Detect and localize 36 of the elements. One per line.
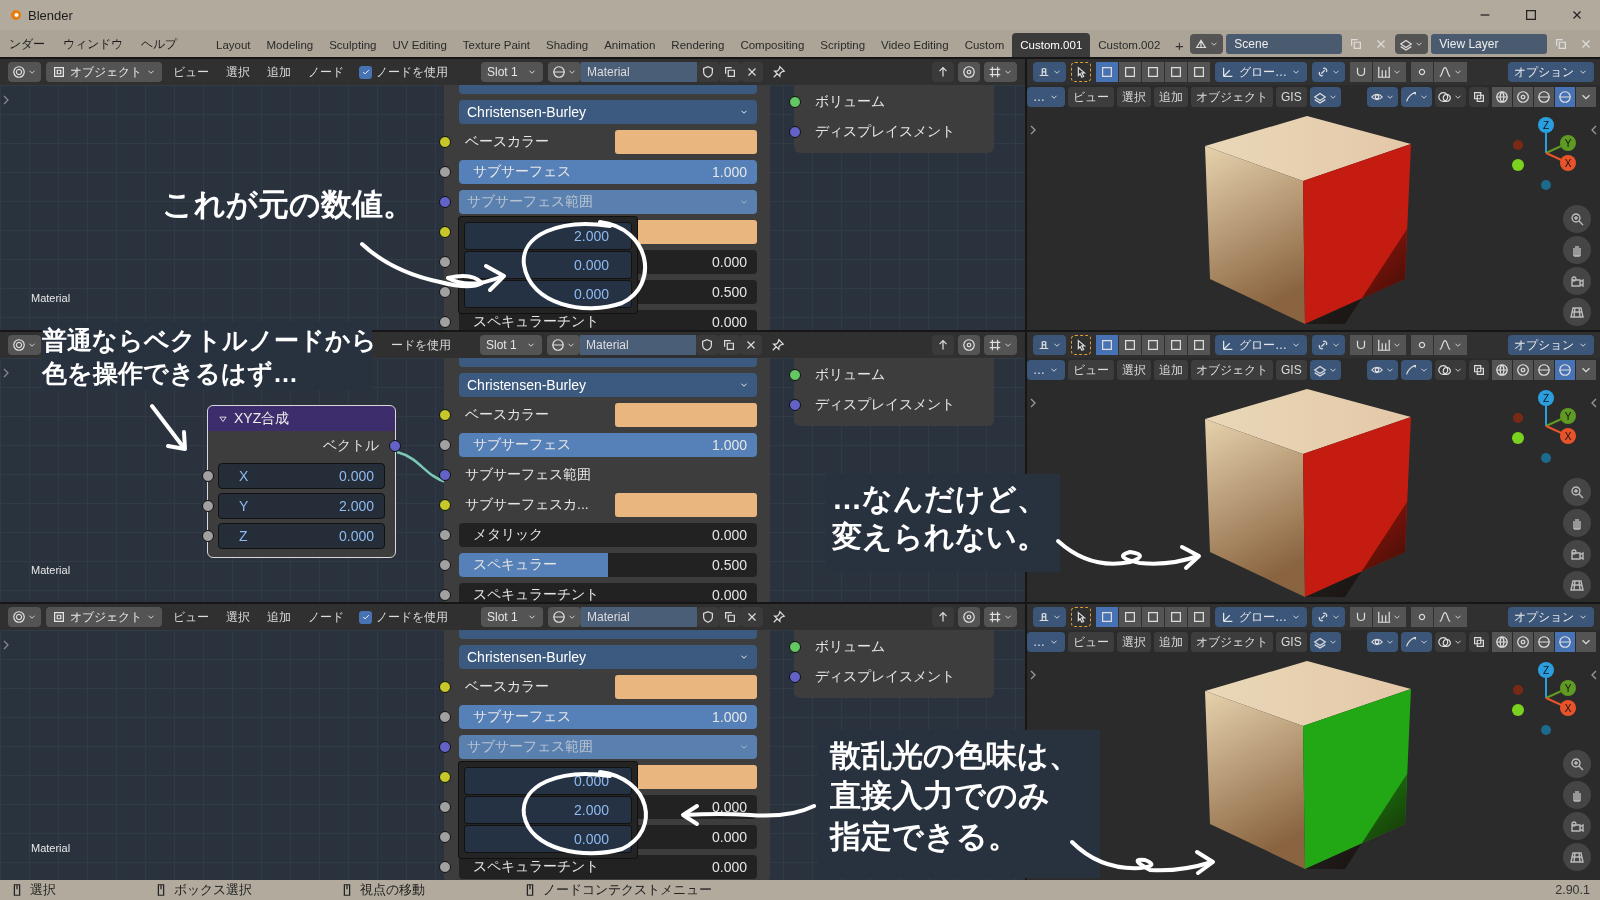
axis-label: Y — [1564, 411, 1572, 422]
axis-label: Y — [1564, 683, 1572, 694]
header-label: ードを使用 — [391, 336, 451, 354]
window-title: Blender — [28, 7, 73, 23]
socket-label: ベースカラー — [464, 133, 550, 151]
socket-label: ベースカラー — [464, 678, 550, 696]
status-hint: ノードコンテクストメニュー — [543, 881, 712, 899]
material-label: Material — [31, 564, 71, 576]
socket-label: ディスプレイスメント — [814, 123, 956, 141]
annotation-text: 散乱光の色味は、 直接入力でのみ 指定できる。 — [818, 730, 1100, 878]
material-label: Material — [31, 292, 71, 304]
status-hint: 選択 — [30, 881, 56, 899]
status-hint: 視点の移動 — [360, 881, 425, 899]
axis-label: X — [1564, 158, 1572, 169]
axis-label: Z — [1542, 665, 1550, 676]
socket-label: ディスプレイスメント — [814, 668, 956, 686]
axis-label: Z — [1542, 393, 1550, 404]
status-hint: ボックス選択 — [174, 881, 252, 899]
node-title: XYZ合成 — [234, 409, 290, 428]
axis-label: Z — [1542, 120, 1550, 131]
socket-label: ベースカラー — [464, 406, 550, 424]
axis-label: X — [1564, 703, 1572, 714]
socket-label: ボリューム — [814, 366, 886, 384]
socket-label: サブサーフェス範囲 — [464, 466, 592, 484]
annotation-text: これが元の数値。 — [162, 186, 414, 224]
annotation-text: 普通ならベクトルノードから 色を操作できるはず… — [42, 322, 372, 390]
socket-label: ボリューム — [814, 638, 886, 656]
socket-label: ボリューム — [814, 93, 886, 111]
version-label: 2.90.1 — [1555, 883, 1590, 897]
annotation-text: …なんだけど、 変えられない。 — [826, 474, 1060, 572]
axis-label: Y — [1564, 138, 1572, 149]
axis-label: X — [1564, 431, 1572, 442]
material-label: Material — [31, 842, 71, 854]
socket-label: ディスプレイスメント — [814, 396, 956, 414]
socket-label: ベクトル — [323, 437, 379, 455]
socket-label: サブサーフェスカ... — [464, 496, 590, 514]
